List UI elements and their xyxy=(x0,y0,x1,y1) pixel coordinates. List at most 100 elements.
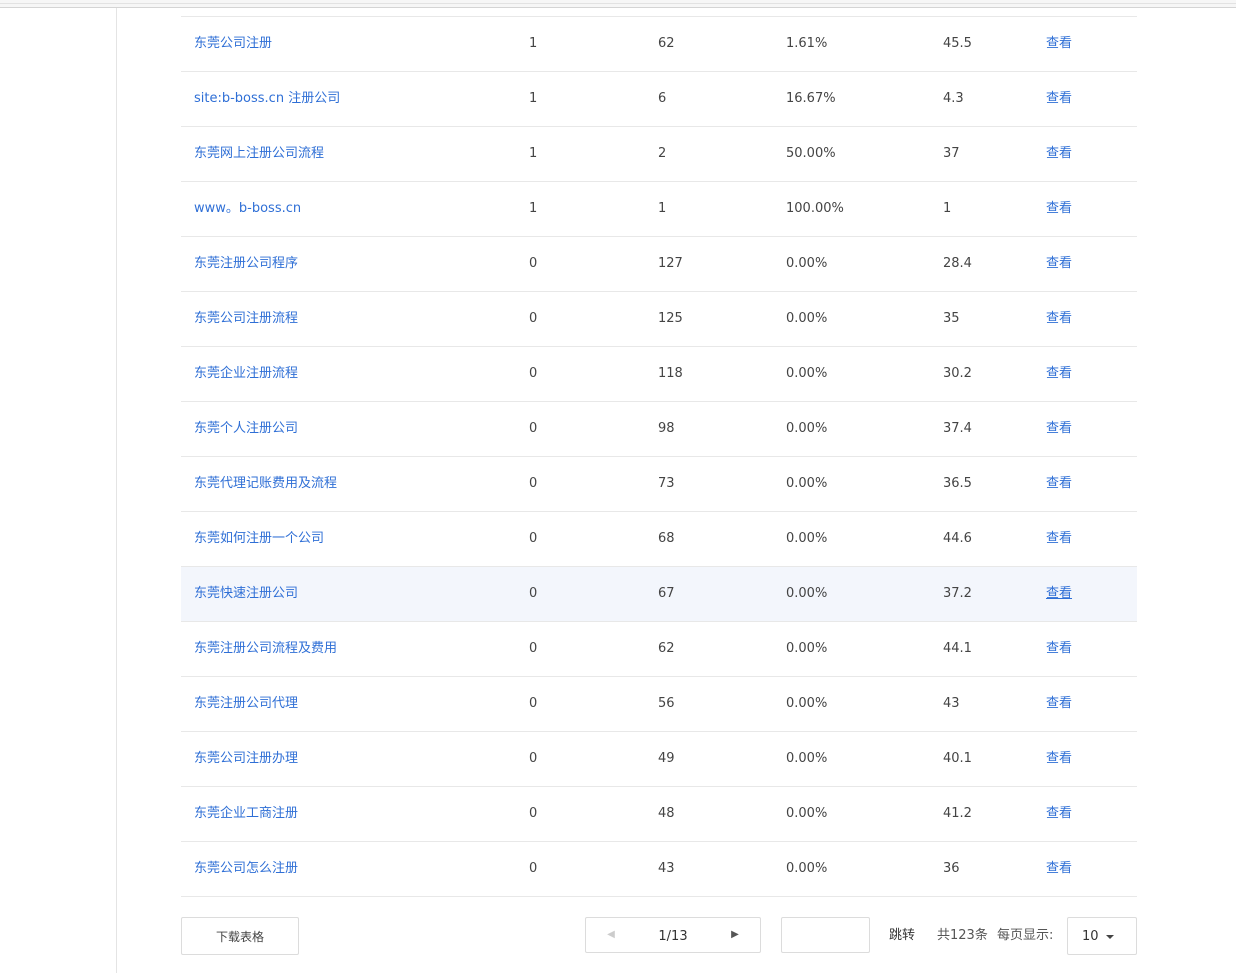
keyword-link[interactable]: 东莞公司注册办理 xyxy=(194,732,298,786)
value-cell-2: 125 xyxy=(658,311,683,326)
view-link[interactable]: 查看 xyxy=(1046,622,1072,676)
value-cell-4: 37.4 xyxy=(943,421,972,436)
value-cell-1: 1 xyxy=(529,36,538,51)
view-link[interactable]: 查看 xyxy=(1046,72,1072,126)
value-cell-3: 0.00% xyxy=(786,366,828,381)
view-link[interactable]: 查看 xyxy=(1046,182,1072,236)
value-cell-3: 0.00% xyxy=(786,641,828,656)
view-link[interactable]: 查看 xyxy=(1046,237,1072,291)
value-cell-4: 37 xyxy=(943,146,960,161)
pagination: ◀ 1/13 ▶ xyxy=(585,917,761,953)
view-link[interactable]: 查看 xyxy=(1046,402,1072,456)
keyword-link[interactable]: 东莞网上注册公司流程 xyxy=(194,127,324,181)
view-link[interactable]: 查看 xyxy=(1046,567,1072,621)
value-cell-2: 6 xyxy=(658,91,667,106)
per-page-label: 每页显示: xyxy=(997,928,1054,943)
download-table-button[interactable]: 下载表格 xyxy=(181,917,299,955)
keyword-link[interactable]: site:b-boss.cn 注册公司 xyxy=(194,72,340,126)
value-cell-2: 67 xyxy=(658,586,675,601)
view-link[interactable]: 查看 xyxy=(1046,677,1072,731)
total-count: 共123条 xyxy=(937,928,988,943)
table-row: 东莞快速注册公司 0 67 0.00% 37.2 查看 xyxy=(181,567,1137,622)
keyword-table: 东莞公司注册 1 62 1.61% 45.5 查看 site:b-boss.cn 注册公司 1… xyxy=(181,16,1137,897)
table-row: 东莞注册公司流程及费用 0 62 0.00% 44.1 查看 xyxy=(181,622,1137,677)
keyword-link[interactable]: 东莞注册公司代理 xyxy=(194,677,298,731)
table-row: 东莞如何注册一个公司 0 68 0.00% 44.6 查看 xyxy=(181,512,1137,567)
table-row: 东莞网上注册公司流程 1 2 50.00% 37 查看 xyxy=(181,127,1137,182)
value-cell-3: 0.00% xyxy=(786,861,828,876)
value-cell-3: 0.00% xyxy=(786,806,828,821)
value-cell-4: 4.3 xyxy=(943,91,964,106)
keyword-link[interactable]: 东莞个人注册公司 xyxy=(194,402,298,456)
value-cell-3: 0.00% xyxy=(786,311,828,326)
table-row: 东莞公司注册 1 62 1.61% 45.5 查看 xyxy=(181,17,1137,72)
left-sidebar xyxy=(0,8,117,973)
table-row: 东莞企业注册流程 0 118 0.00% 30.2 查看 xyxy=(181,347,1137,402)
value-cell-1: 0 xyxy=(529,421,538,436)
keyword-link[interactable]: 东莞企业注册流程 xyxy=(194,347,298,401)
table-row: 东莞注册公司代理 0 56 0.00% 43 查看 xyxy=(181,677,1137,732)
value-cell-3: 0.00% xyxy=(786,696,828,711)
value-cell-4: 41.2 xyxy=(943,806,972,821)
value-cell-4: 37.2 xyxy=(943,586,972,601)
value-cell-1: 0 xyxy=(529,806,538,821)
view-link[interactable]: 查看 xyxy=(1046,512,1072,566)
value-cell-1: 0 xyxy=(529,751,538,766)
page-jump-input[interactable] xyxy=(781,917,870,953)
keyword-link[interactable]: 东莞快速注册公司 xyxy=(194,567,298,621)
keyword-link[interactable]: www。b-boss.cn xyxy=(194,182,301,236)
view-link[interactable]: 查看 xyxy=(1046,127,1072,181)
keyword-link[interactable]: 东莞公司注册 xyxy=(194,17,272,71)
view-link[interactable]: 查看 xyxy=(1046,347,1072,401)
page-indicator: 1/13 xyxy=(658,929,688,944)
table-row: 东莞注册公司程序 0 127 0.00% 28.4 查看 xyxy=(181,237,1137,292)
value-cell-1: 1 xyxy=(529,91,538,106)
value-cell-3: 0.00% xyxy=(786,751,828,766)
value-cell-3: 100.00% xyxy=(786,201,844,216)
value-cell-1: 0 xyxy=(529,531,538,546)
value-cell-4: 36.5 xyxy=(943,476,972,491)
table-row: 东莞公司注册流程 0 125 0.00% 35 查看 xyxy=(181,292,1137,347)
value-cell-4: 28.4 xyxy=(943,256,972,271)
caret-down-icon xyxy=(1106,935,1114,939)
keyword-link[interactable]: 东莞注册公司流程及费用 xyxy=(194,622,337,676)
value-cell-3: 0.00% xyxy=(786,531,828,546)
keyword-link[interactable]: 东莞公司注册流程 xyxy=(194,292,298,346)
value-cell-3: 50.00% xyxy=(786,146,836,161)
chevron-left-icon[interactable]: ◀ xyxy=(596,918,626,952)
value-cell-1: 1 xyxy=(529,201,538,216)
view-link[interactable]: 查看 xyxy=(1046,17,1072,71)
value-cell-4: 30.2 xyxy=(943,366,972,381)
value-cell-2: 62 xyxy=(658,641,675,656)
keyword-link[interactable]: 东莞注册公司程序 xyxy=(194,237,298,291)
value-cell-2: 2 xyxy=(658,146,667,161)
top-edge-divider xyxy=(0,3,1236,4)
per-page-select[interactable]: 10 xyxy=(1067,917,1137,955)
value-cell-3: 0.00% xyxy=(786,256,828,271)
value-cell-1: 0 xyxy=(529,586,538,601)
keyword-link[interactable]: 东莞如何注册一个公司 xyxy=(194,512,324,566)
chevron-right-icon[interactable]: ▶ xyxy=(720,918,750,952)
value-cell-2: 73 xyxy=(658,476,675,491)
view-link[interactable]: 查看 xyxy=(1046,292,1072,346)
keyword-link[interactable]: 东莞公司怎么注册 xyxy=(194,842,298,896)
view-link[interactable]: 查看 xyxy=(1046,842,1072,896)
value-cell-2: 48 xyxy=(658,806,675,821)
value-cell-3: 16.67% xyxy=(786,91,836,106)
table-row: 东莞公司怎么注册 0 43 0.00% 36 查看 xyxy=(181,842,1137,897)
value-cell-2: 43 xyxy=(658,861,675,876)
value-cell-3: 0.00% xyxy=(786,421,828,436)
value-cell-3: 0.00% xyxy=(786,586,828,601)
view-link[interactable]: 查看 xyxy=(1046,457,1072,511)
view-link[interactable]: 查看 xyxy=(1046,787,1072,841)
keyword-link[interactable]: 东莞代理记账费用及流程 xyxy=(194,457,337,511)
value-cell-2: 62 xyxy=(658,36,675,51)
value-cell-2: 56 xyxy=(658,696,675,711)
jump-button[interactable]: 跳转 xyxy=(889,917,915,955)
value-cell-1: 1 xyxy=(529,146,538,161)
table-row: 东莞企业工商注册 0 48 0.00% 41.2 查看 xyxy=(181,787,1137,842)
value-cell-4: 36 xyxy=(943,861,960,876)
keyword-link[interactable]: 东莞企业工商注册 xyxy=(194,787,298,841)
value-cell-1: 0 xyxy=(529,256,538,271)
view-link[interactable]: 查看 xyxy=(1046,732,1072,786)
